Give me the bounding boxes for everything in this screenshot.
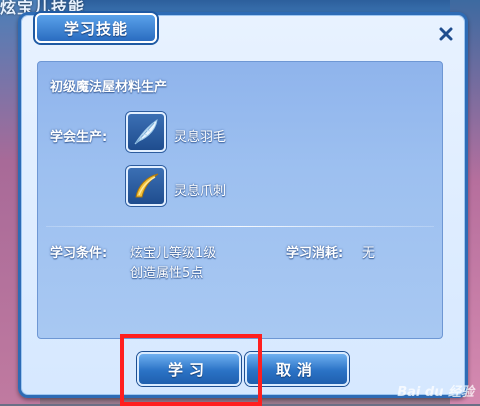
- section-divider: [46, 226, 434, 227]
- watermark: Bai du 经验: [397, 385, 474, 400]
- dialog-title: 学习技能: [63, 19, 128, 38]
- product-slot-feather[interactable]: [126, 112, 166, 152]
- dialog-title-tab: 学习技能: [35, 13, 157, 43]
- skill-info-panel: 初级魔法屋材料生产 学会生产: 灵息羽毛 灵息爪刺 学习条件: 炫宝儿等级1级 …: [37, 61, 443, 339]
- learn-label: 学会生产:: [50, 130, 108, 145]
- close-icon: [439, 27, 453, 41]
- feather-icon: [134, 118, 158, 145]
- cost-value: 无: [362, 246, 376, 261]
- product-slot-claw[interactable]: [126, 166, 166, 206]
- product-name-1: 灵息羽毛: [174, 130, 227, 145]
- cost-label: 学习消耗:: [286, 246, 344, 261]
- cancel-button-label: 取消: [275, 360, 318, 379]
- claw-icon: [135, 173, 159, 198]
- close-button[interactable]: [437, 25, 455, 43]
- condition-attribute: 创造属性5点: [130, 266, 204, 281]
- condition-label: 学习条件:: [50, 246, 108, 261]
- condition-level: 炫宝儿等级1级: [130, 246, 217, 261]
- skill-title: 初级魔法屋材料生产: [50, 80, 168, 95]
- product-name-2: 灵息爪刺: [174, 184, 227, 199]
- red-highlight-box: [120, 334, 262, 406]
